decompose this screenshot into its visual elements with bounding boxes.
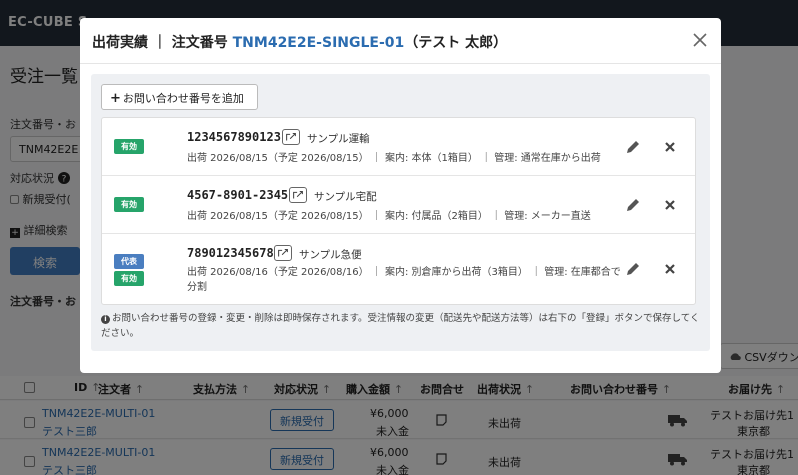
status-badge-primary: 代表 bbox=[114, 254, 144, 269]
carrier-name: サンプル宅配 bbox=[314, 191, 377, 203]
shipment-meta-continued: 分割 bbox=[187, 282, 207, 293]
modal-title: 出荷実績 ｜ 注文番号 TNM42E2E-SINGLE-01（テスト 太郎） bbox=[92, 32, 507, 52]
edit-pencil-icon[interactable] bbox=[624, 260, 642, 278]
status-badge-active: 有効 bbox=[114, 139, 144, 154]
close-icon[interactable] bbox=[689, 29, 711, 51]
add-tracking-number-button[interactable]: + お問い合わせ番号を追加 bbox=[101, 84, 258, 110]
list-item: 代表 有効 789012345678 サンプル急便 出荷 2026/08/16（… bbox=[102, 234, 695, 304]
tracking-number: 4567-8901-2345 bbox=[187, 188, 289, 202]
save-note: i お問い合わせ番号の登録・変更・削除は即時保存されます。受注情報の変更（配送先や… bbox=[101, 311, 701, 341]
status-badge-active: 有効 bbox=[114, 197, 144, 212]
carrier-name: サンプル運輸 bbox=[307, 133, 370, 145]
tracking-number: 1234567890123 bbox=[187, 130, 281, 144]
modal-order-no: TNM42E2E-SINGLE-01 bbox=[232, 35, 405, 51]
tracking-number: 789012345678 bbox=[187, 246, 274, 260]
modal-customer: （テスト 太郎） bbox=[404, 35, 508, 51]
modal-body: + お問い合わせ番号を追加 有効 1234567890123 サンプル運輸 出荷 … bbox=[91, 74, 710, 351]
info-icon: i bbox=[101, 315, 110, 324]
shipment-meta: 出荷 2026/08/15（予定 2026/08/15） ｜ 案内: 本体（1箱… bbox=[187, 153, 601, 164]
status-badge-active: 有効 bbox=[114, 271, 144, 286]
delete-x-icon[interactable] bbox=[662, 139, 678, 155]
delete-x-icon[interactable] bbox=[662, 261, 678, 277]
tracking-number-list: 有効 1234567890123 サンプル運輸 出荷 2026/08/15（予定… bbox=[101, 117, 696, 305]
shipment-meta: 出荷 2026/08/15（予定 2026/08/15） ｜ 案内: 付属品（2… bbox=[187, 211, 591, 222]
list-item: 有効 4567-8901-2345 サンプル宅配 出荷 2026/08/15（予… bbox=[102, 176, 695, 234]
save-note-text: お問い合わせ番号の登録・変更・削除は即時保存されます。受注情報の変更（配送先や配… bbox=[101, 313, 700, 339]
external-link-icon[interactable] bbox=[274, 245, 292, 261]
edit-pencil-icon[interactable] bbox=[624, 138, 642, 156]
list-item: 有効 1234567890123 サンプル運輸 出荷 2026/08/15（予定… bbox=[102, 118, 695, 176]
modal-title-prefix: 出荷実績 ｜ 注文番号 bbox=[92, 35, 228, 51]
carrier-name: サンプル急便 bbox=[299, 249, 362, 261]
modal-header: 出荷実績 ｜ 注文番号 TNM42E2E-SINGLE-01（テスト 太郎） bbox=[80, 18, 721, 64]
shipment-meta: 出荷 2026/08/16（予定 2026/08/16） ｜ 案内: 別倉庫から… bbox=[187, 267, 621, 278]
external-link-icon[interactable] bbox=[282, 129, 300, 145]
shipment-records-modal: 出荷実績 ｜ 注文番号 TNM42E2E-SINGLE-01（テスト 太郎） +… bbox=[80, 18, 721, 373]
plus-icon: + bbox=[110, 91, 121, 106]
external-link-icon[interactable] bbox=[289, 187, 307, 203]
delete-x-icon[interactable] bbox=[662, 197, 678, 213]
add-tracking-number-label: お問い合わせ番号を追加 bbox=[122, 92, 244, 105]
edit-pencil-icon[interactable] bbox=[624, 196, 642, 214]
